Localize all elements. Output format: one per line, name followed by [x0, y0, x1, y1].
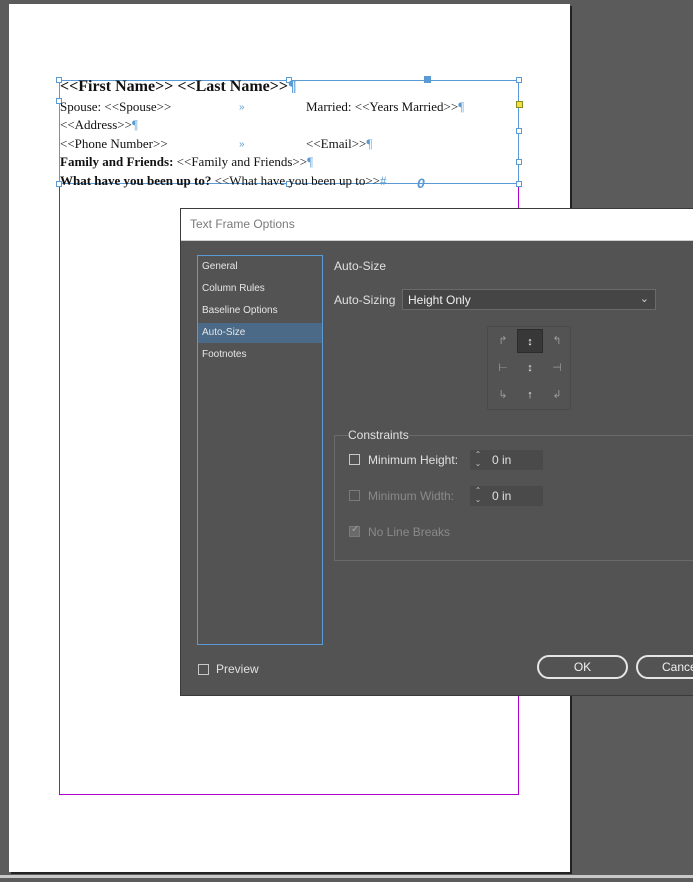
doc-line-address: <<Address>>¶: [60, 117, 138, 133]
constraints-legend: Constraints: [348, 428, 409, 442]
no-line-breaks-checkbox[interactable]: ✓: [349, 524, 360, 537]
min-width-value: 0 in: [492, 489, 512, 503]
family-merge-field: <<Family and Friends>>: [173, 154, 308, 169]
doc-line-family: Family and Friends: <<Family and Friends…: [60, 154, 313, 170]
pilcrow-mark: ¶: [458, 99, 465, 114]
doc-line-email: <<Email>>¶: [306, 136, 372, 152]
frame-in-port[interactable]: [424, 76, 431, 83]
checkmark-icon: ✓: [351, 524, 360, 535]
doc-line-name: <<First Name>> <<Last Name>>¶: [60, 78, 297, 96]
tab-mark: »: [239, 102, 245, 113]
auto-sizing-select[interactable]: Height Only ⌄: [402, 289, 656, 310]
cancel-button[interactable]: Cance: [636, 655, 693, 679]
text-frame-options-dialog: Text Frame Options General Column Rules …: [180, 208, 693, 696]
family-label: Family and Friends:: [60, 154, 174, 169]
options-nav: General Column Rules Baseline Options Au…: [197, 255, 323, 645]
no-line-breaks-label: No Line Breaks: [368, 525, 451, 539]
spouse-merge-field: Spouse: <<Spouse>>: [60, 99, 172, 114]
min-width-checkbox[interactable]: [349, 490, 360, 501]
doc-line-married: Married: <<Years Married>>¶: [306, 99, 464, 115]
chevron-down-icon: ⌄: [639, 293, 649, 305]
frame-handle-right-upper[interactable]: [516, 128, 522, 134]
min-height-field[interactable]: ⌃ ⌄ 0 in: [470, 450, 543, 470]
nav-item-column-rules[interactable]: Column Rules: [198, 279, 322, 299]
ref-top-right-icon[interactable]: ↰: [544, 329, 570, 353]
corner-options-handle[interactable]: [516, 101, 523, 108]
ok-button[interactable]: OK: [537, 655, 628, 679]
dialog-titlebar[interactable]: Text Frame Options: [181, 209, 693, 241]
name-merge-field: <<First Name>> <<Last Name>>: [60, 78, 289, 95]
pasteboard-edge: [0, 875, 693, 878]
pilcrow-mark: ¶: [366, 136, 373, 151]
nav-item-auto-size[interactable]: Auto-Size: [198, 323, 322, 343]
min-height-label: Minimum Height:: [368, 453, 459, 467]
email-merge-field: <<Email>>: [306, 136, 367, 151]
min-height-value: 0 in: [492, 453, 512, 467]
preview-label: Preview: [216, 662, 259, 676]
spinner-arrows-icon[interactable]: ⌃ ⌄: [472, 486, 484, 506]
ref-top-center-icon[interactable]: ↕: [517, 329, 543, 353]
reference-point-grid: ↱ ↕ ↰ ⊢ ↕ ⊣ ↳ ↑ ↲: [487, 326, 571, 410]
nav-item-baseline-options[interactable]: Baseline Options: [198, 301, 322, 321]
ref-middle-right-icon[interactable]: ⊣: [544, 356, 570, 380]
doc-line-phone: <<Phone Number>>: [60, 136, 168, 152]
married-merge-field: Married: <<Years Married>>: [306, 99, 459, 114]
spinner-arrows-icon[interactable]: ⌃ ⌄: [472, 450, 484, 470]
frame-handle-top-right[interactable]: [516, 77, 522, 83]
ref-bottom-center-icon[interactable]: ↑: [517, 383, 543, 407]
section-title: Auto-Size: [334, 259, 387, 273]
overset-text-indicator[interactable]: 0: [417, 175, 425, 191]
min-width-field[interactable]: ⌃ ⌄ 0 in: [470, 486, 543, 506]
preview-checkbox[interactable]: [198, 664, 209, 675]
phone-merge-field: <<Phone Number>>: [60, 136, 168, 151]
frame-handle-bottom-right[interactable]: [516, 181, 522, 187]
upto-label: What have you been up to?: [60, 173, 212, 188]
pilcrow-mark: ¶: [131, 117, 138, 132]
upto-merge-field: <<What have you been up to>>: [211, 173, 380, 188]
nav-item-general[interactable]: General: [198, 257, 322, 277]
pilcrow-mark: ¶: [288, 78, 297, 95]
pilcrow-mark: ¶: [307, 154, 313, 169]
tab-mark: »: [239, 139, 245, 150]
end-of-story-mark: #: [380, 173, 387, 188]
auto-sizing-value: Height Only: [408, 293, 471, 307]
doc-line-upto: What have you been up to? <<What have yo…: [60, 173, 387, 189]
min-height-checkbox[interactable]: [349, 454, 360, 465]
doc-line-spouse: Spouse: <<Spouse>>: [60, 99, 171, 115]
min-width-label: Minimum Width:: [368, 489, 455, 503]
nav-item-footnotes[interactable]: Footnotes: [198, 345, 322, 365]
auto-sizing-label: Auto-Sizing: [334, 293, 396, 307]
ref-bottom-right-icon[interactable]: ↲: [544, 383, 570, 407]
address-merge-field: <<Address>>: [60, 117, 132, 132]
ref-middle-left-icon[interactable]: ⊢: [490, 356, 516, 380]
ref-bottom-left-icon[interactable]: ↳: [490, 383, 516, 407]
frame-handle-right-middle[interactable]: [516, 159, 522, 165]
dialog-title: Text Frame Options: [190, 217, 295, 231]
ref-top-left-icon[interactable]: ↱: [490, 329, 516, 353]
ref-center-icon[interactable]: ↕: [517, 356, 543, 380]
